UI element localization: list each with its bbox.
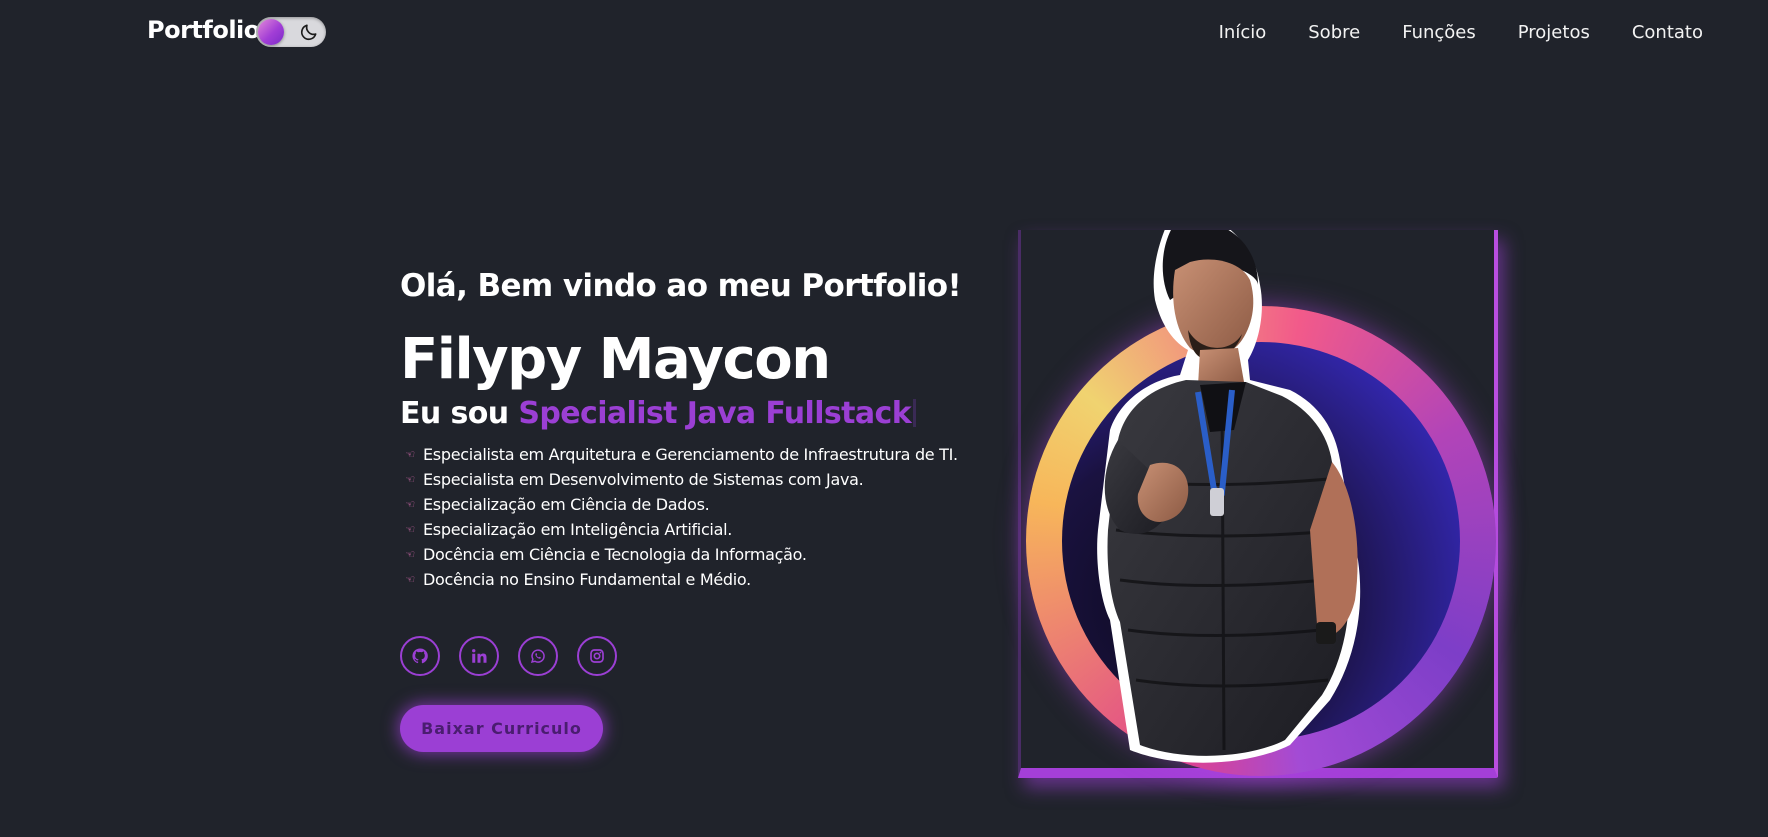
pointer-icon: ☜ <box>405 547 415 561</box>
list-item: ☜ Docência no Ensino Fundamental e Médio. <box>400 567 1000 592</box>
pointer-icon: ☜ <box>405 447 415 461</box>
linkedin-link[interactable] <box>459 636 499 676</box>
profile-photo <box>1097 230 1361 763</box>
hero-text: Olá, Bem vindo ao meu Portfolio! Filypy … <box>400 268 1000 592</box>
list-item: ☜ Especialização em Inteligência Artifici… <box>400 517 1000 542</box>
header: Portfolio Início Sobre Funções Projetos … <box>0 0 1768 68</box>
theme-toggle[interactable] <box>256 17 326 47</box>
instagram-icon <box>590 649 604 663</box>
role-prefix: Eu sou <box>400 396 509 431</box>
pointer-icon: ☜ <box>405 472 415 486</box>
nav-link-funcoes[interactable]: Funções <box>1402 22 1476 43</box>
nav-link-contato[interactable]: Contato <box>1632 22 1703 43</box>
pointer-icon: ☜ <box>405 497 415 511</box>
page: Portfolio Início Sobre Funções Projetos … <box>0 0 1768 837</box>
instagram-link[interactable] <box>577 636 617 676</box>
greeting-heading: Olá, Bem vindo ao meu Portfolio! <box>400 268 962 304</box>
list-item: ☜ Docência em Ciência e Tecnologia da Inf… <box>400 542 1000 567</box>
social-links <box>400 636 617 676</box>
github-link[interactable] <box>400 636 440 676</box>
bullet-text: Especialista em Desenvolvimento de Siste… <box>423 470 864 489</box>
bullet-text: Docência em Ciência e Tecnologia da Info… <box>423 545 807 564</box>
bullet-text: Especialista em Arquitetura e Gerenciame… <box>423 445 958 464</box>
whatsapp-icon <box>530 649 545 664</box>
bullet-text: Especialização em Inteligência Artificia… <box>423 520 733 539</box>
bullet-text: Docência no Ensino Fundamental e Médio. <box>423 570 751 589</box>
github-icon <box>412 648 428 664</box>
download-cv-button[interactable]: Baixar Curriculo <box>400 705 603 752</box>
toggle-knob <box>258 19 284 45</box>
logo[interactable]: Portfolio <box>147 16 260 44</box>
pointer-icon: ☜ <box>405 572 415 586</box>
role-highlight: Specialist Java Fullstack <box>518 396 912 431</box>
pointer-icon: ☜ <box>405 522 415 536</box>
role-line: Eu sou Specialist Java Fullstack <box>400 394 1000 434</box>
hero-image <box>1010 230 1510 810</box>
linkedin-icon <box>472 649 487 663</box>
bullet-text: Especialização em Ciência de Dados. <box>423 495 710 514</box>
typing-caret <box>913 399 917 427</box>
whatsapp-link[interactable] <box>518 636 558 676</box>
nav-link-inicio[interactable]: Início <box>1219 22 1267 43</box>
main-nav: Início Sobre Funções Projetos Contato <box>1219 22 1703 43</box>
nav-link-projetos[interactable]: Projetos <box>1518 22 1590 43</box>
list-item: ☜ Especialista em Arquitetura e Gerenciam… <box>400 442 1000 467</box>
nav-link-sobre[interactable]: Sobre <box>1308 22 1360 43</box>
name-heading: Filypy Maycon <box>400 327 831 392</box>
list-item: ☜ Especialização em Ciência de Dados. <box>400 492 1000 517</box>
qualifications-list: ☜ Especialista em Arquitetura e Gerenciam… <box>400 442 1000 592</box>
list-item: ☜ Especialista em Desenvolvimento de Sist… <box>400 467 1000 492</box>
moon-icon <box>300 24 317 41</box>
